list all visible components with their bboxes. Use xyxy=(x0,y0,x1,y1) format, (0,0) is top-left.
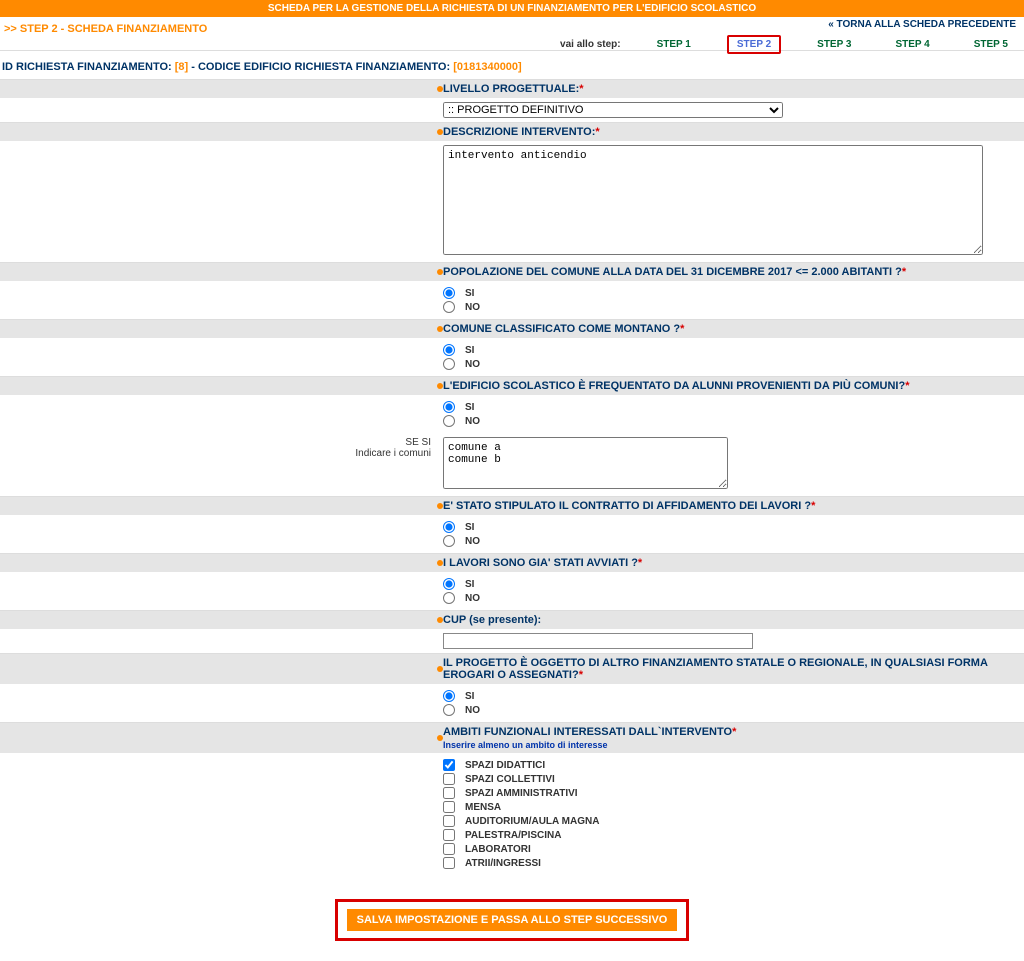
bullet-icon xyxy=(437,129,443,135)
section-label-side xyxy=(0,79,437,98)
cup-label: CUP (se presente): xyxy=(437,610,1024,629)
alunni-si-radio[interactable] xyxy=(443,401,455,413)
pop-si-radio[interactable] xyxy=(443,287,455,299)
cup-input[interactable] xyxy=(443,633,753,649)
ambito-laboratori-checkbox[interactable] xyxy=(443,843,455,855)
ambito-mensa-checkbox[interactable] xyxy=(443,801,455,813)
id-line: ID RICHIESTA FINANZIAMENTO: [8] - CODICE… xyxy=(0,51,1024,79)
livello-label: LIVELLO PROGETTUALE:* xyxy=(437,79,1024,98)
ambiti-label: AMBITI FUNZIONALI INTERESSATI DALL`INTER… xyxy=(437,722,1024,753)
bullet-icon xyxy=(437,86,443,92)
bullet-icon xyxy=(437,735,443,741)
descrizione-label: DESCRIZIONE INTERVENTO:* xyxy=(437,122,1024,141)
livello-select[interactable]: :: PROGETTO DEFINITIVO xyxy=(443,102,783,118)
bullet-icon xyxy=(437,560,443,566)
breadcrumb: >> STEP 2 - SCHEDA FINANZIAMENTO xyxy=(0,17,207,35)
descrizione-textarea[interactable]: intervento anticendio xyxy=(443,145,983,255)
altro-no-radio[interactable] xyxy=(443,704,455,716)
popolazione-label: POPOLAZIONE DEL COMUNE ALLA DATA DEL 31 … xyxy=(437,262,1024,281)
back-link[interactable]: « TORNA ALLA SCHEDA PRECEDENTE xyxy=(828,19,1016,30)
altro-si-radio[interactable] xyxy=(443,690,455,702)
step-1-link[interactable]: STEP 1 xyxy=(649,37,699,52)
ambito-auditorium-checkbox[interactable] xyxy=(443,815,455,827)
bullet-icon xyxy=(437,666,443,672)
bullet-icon xyxy=(437,269,443,275)
mont-no-radio[interactable] xyxy=(443,358,455,370)
bullet-icon xyxy=(437,503,443,509)
pop-no-radio[interactable] xyxy=(443,301,455,313)
step-4-link[interactable]: STEP 4 xyxy=(887,37,937,52)
step-5-link[interactable]: STEP 5 xyxy=(966,37,1016,52)
step-3-link[interactable]: STEP 3 xyxy=(809,37,859,52)
contratto-label: E' STATO STIPULATO IL CONTRATTO DI AFFID… xyxy=(437,496,1024,515)
ambito-spazi-didattici-checkbox[interactable] xyxy=(443,759,455,771)
page-banner: SCHEDA PER LA GESTIONE DELLA RICHIESTA D… xyxy=(0,0,1024,17)
bullet-icon xyxy=(437,326,443,332)
lavori-no-radio[interactable] xyxy=(443,592,455,604)
lavori-si-radio[interactable] xyxy=(443,578,455,590)
comuni-textarea[interactable]: comune a comune b xyxy=(443,437,728,489)
alunni-no-radio[interactable] xyxy=(443,415,455,427)
ambito-atrii-checkbox[interactable] xyxy=(443,857,455,869)
bullet-icon xyxy=(437,617,443,623)
comuni-side-label: SE SIIndicare i comuni xyxy=(0,433,437,496)
altro-label: IL PROGETTO È OGGETTO DI ALTRO FINANZIAM… xyxy=(437,653,1024,684)
ambito-palestra-checkbox[interactable] xyxy=(443,829,455,841)
ambiti-subnote: Inserire almeno un ambito di interesse xyxy=(443,740,1018,750)
contratto-si-radio[interactable] xyxy=(443,521,455,533)
ambito-spazi-amministrativi-checkbox[interactable] xyxy=(443,787,455,799)
top-bar: >> STEP 2 - SCHEDA FINANZIAMENTO « TORNA… xyxy=(0,17,1024,51)
mont-si-radio[interactable] xyxy=(443,344,455,356)
save-highlight-border: SALVA IMPOSTAZIONE E PASSA ALLO STEP SUC… xyxy=(335,899,690,941)
save-next-button[interactable]: SALVA IMPOSTAZIONE E PASSA ALLO STEP SUC… xyxy=(346,908,679,932)
contratto-no-radio[interactable] xyxy=(443,535,455,547)
bullet-icon xyxy=(437,383,443,389)
lavori-label: I LAVORI SONO GIA' STATI AVVIATI ?* xyxy=(437,553,1024,572)
ambito-spazi-collettivi-checkbox[interactable] xyxy=(443,773,455,785)
montano-label: COMUNE CLASSIFICATO COME MONTANO ?* xyxy=(437,319,1024,338)
alunni-label: L'EDIFICIO SCOLASTICO È FREQUENTATO DA A… xyxy=(437,376,1024,395)
step-2-link[interactable]: STEP 2 xyxy=(727,35,781,54)
step-nav: vai allo step: STEP 1 STEP 2 STEP 3 STEP… xyxy=(560,35,1016,54)
stepnav-label: vai allo step: xyxy=(560,39,621,50)
